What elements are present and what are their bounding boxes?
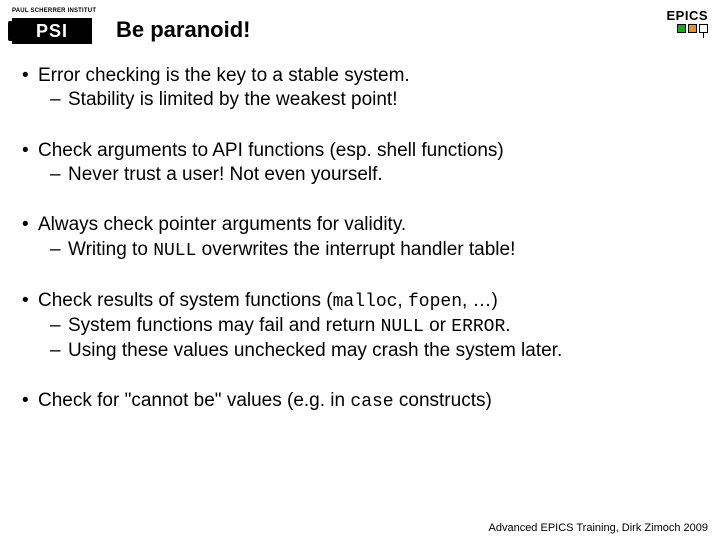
code-case: case (350, 392, 393, 412)
bullet-mid: , (397, 290, 408, 311)
psi-tagline: PAUL SCHERRER INSTITUT (12, 8, 96, 14)
bullet-item: • Check for "cannot be" values (e.g. in … (22, 389, 698, 414)
bullet-line: • Check for "cannot be" values (e.g. in … (22, 389, 698, 414)
square-orange-icon (688, 24, 697, 33)
dash-marker-icon: – (50, 238, 68, 263)
bullet-text: Check for "cannot be" values (e.g. in ca… (38, 389, 492, 414)
bullet-item: • Check arguments to API functions (esp.… (22, 139, 698, 188)
bullet-marker-icon: • (22, 289, 38, 314)
code-fopen: fopen (408, 292, 462, 312)
bullet-marker-icon: • (22, 139, 38, 163)
bullet-marker-icon: • (22, 389, 38, 414)
slide-footer: Advanced EPICS Training, Dirk Zimoch 200… (489, 522, 709, 534)
sub-bullet: – Never trust a user! Not even yourself. (22, 163, 698, 187)
epics-squares-icon (666, 24, 708, 33)
code-null: NULL (381, 317, 424, 337)
bullet-pre: Check results of system functions ( (38, 290, 333, 311)
bullet-item: • Error checking is the key to a stable … (22, 64, 698, 113)
bullet-text: Always check pointer arguments for valid… (38, 213, 406, 237)
sub-post: overwrites the interrupt handler table! (196, 239, 515, 260)
bullet-post: , …) (462, 290, 498, 311)
code-error: ERROR (451, 317, 505, 337)
bullet-post: constructs) (394, 390, 492, 411)
dash-marker-icon: – (50, 314, 68, 339)
code-null: NULL (153, 241, 196, 261)
bullet-marker-icon: • (22, 213, 38, 237)
bullet-line: • Always check pointer arguments for val… (22, 213, 698, 237)
sub-bullet: – Stability is limited by the weakest po… (22, 88, 698, 112)
square-green-icon (677, 24, 686, 33)
epics-logo: EPICS (666, 8, 708, 33)
sub-bullet: – System functions may fail and return N… (22, 314, 698, 339)
square-white-icon (699, 24, 708, 33)
slide-content: • Error checking is the key to a stable … (0, 46, 720, 414)
sub-text: Using these values unchecked may crash t… (68, 339, 562, 363)
header-left: PAUL SCHERRER INSTITUT PSI Be paranoid! (12, 8, 250, 46)
slide-header: PAUL SCHERRER INSTITUT PSI Be paranoid! … (0, 0, 720, 46)
dash-marker-icon: – (50, 339, 68, 363)
dash-marker-icon: – (50, 163, 68, 187)
bullet-item: • Always check pointer arguments for val… (22, 213, 698, 262)
sub-post: . (505, 315, 510, 336)
sub-text: Stability is limited by the weakest poin… (68, 88, 398, 112)
sub-pre: Writing to (68, 239, 153, 260)
sub-mid: or (424, 315, 451, 336)
bullet-line: • Check results of system functions (mal… (22, 289, 698, 314)
sub-bullet: – Using these values unchecked may crash… (22, 339, 698, 363)
sub-pre: System functions may fail and return (68, 315, 381, 336)
sub-text: System functions may fail and return NUL… (68, 314, 511, 339)
sub-text: Writing to NULL overwrites the interrupt… (68, 238, 515, 263)
bullet-marker-icon: • (22, 64, 38, 88)
bullet-text: Check results of system functions (mallo… (38, 289, 498, 314)
slide-title: Be paranoid! (116, 11, 250, 43)
bullet-text: Error checking is the key to a stable sy… (38, 64, 410, 88)
sub-bullet: – Writing to NULL overwrites the interru… (22, 238, 698, 263)
bullet-pre: Check for "cannot be" values (e.g. in (38, 390, 350, 411)
psi-logo-text: PSI (36, 21, 68, 42)
bullet-line: • Check arguments to API functions (esp.… (22, 139, 698, 163)
psi-logo-block: PSI (12, 18, 92, 44)
bullet-text: Check arguments to API functions (esp. s… (38, 139, 504, 163)
dash-marker-icon: – (50, 88, 68, 112)
epics-logo-text: EPICS (666, 8, 708, 23)
code-malloc: malloc (333, 292, 398, 312)
bullet-item: • Check results of system functions (mal… (22, 289, 698, 363)
psi-logo: PAUL SCHERRER INSTITUT PSI (12, 8, 102, 46)
sub-text: Never trust a user! Not even yourself. (68, 163, 383, 187)
bullet-line: • Error checking is the key to a stable … (22, 64, 698, 88)
